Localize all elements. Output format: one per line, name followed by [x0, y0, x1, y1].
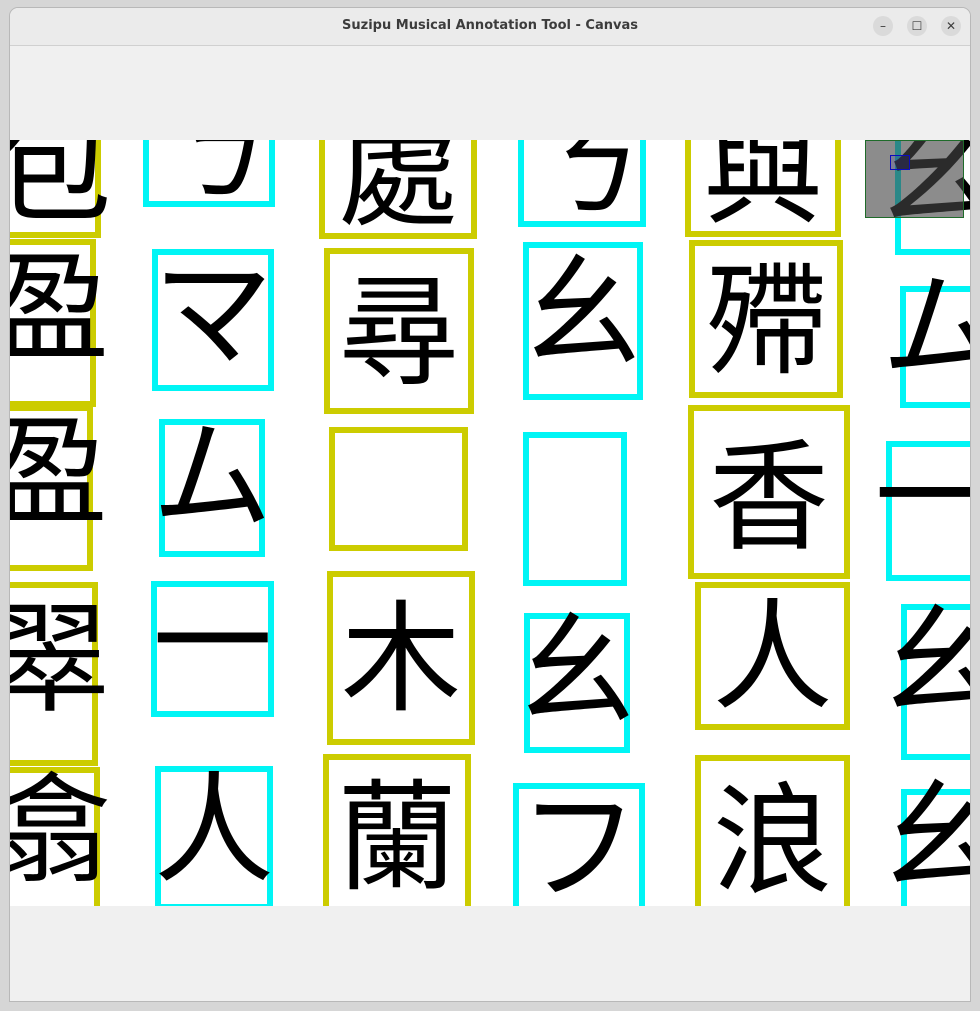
- notation-character: 一: [875, 428, 971, 567]
- lyric-annotation-box[interactable]: [329, 427, 468, 551]
- minimap[interactable]: [865, 140, 964, 218]
- notation-character: 幺: [882, 595, 970, 734]
- app-window: Suzipu Musical Annotation Tool - Canvas …: [10, 8, 970, 1001]
- lyric-character: 包: [10, 140, 112, 239]
- notation-character: ㄋ: [149, 140, 269, 218]
- lyric-character: 盈: [10, 239, 109, 378]
- lyric-character: 與: [703, 140, 823, 242]
- lyric-character: 蘭: [337, 770, 457, 906]
- lyric-character: 翠: [10, 591, 110, 730]
- close-button[interactable]: ✕: [941, 16, 961, 36]
- lyric-character: 人: [713, 589, 833, 728]
- title-bar[interactable]: Suzipu Musical Annotation Tool - Canvas …: [10, 8, 970, 46]
- notation-character: ム: [882, 260, 971, 399]
- lyric-character: 香: [709, 429, 829, 568]
- notation-character: マ: [153, 245, 273, 384]
- notation-character: 幺: [517, 603, 637, 742]
- maximize-button[interactable]: ☐: [907, 16, 927, 36]
- lyric-character: 木: [341, 591, 461, 730]
- notation-character: 幺: [523, 245, 643, 384]
- notation-character: ム: [152, 408, 272, 547]
- notation-character: 人: [154, 762, 274, 901]
- notation-character: 幺: [882, 770, 970, 906]
- lyric-character: 處: [338, 140, 458, 244]
- lyric-character: 盈: [10, 404, 108, 543]
- window-title: Suzipu Musical Annotation Tool - Canvas: [342, 18, 638, 33]
- lyric-character: 浪: [713, 773, 833, 906]
- notation-character: ㄋ: [522, 140, 642, 234]
- lyric-character: 尋: [339, 264, 459, 403]
- lyric-character: 殢: [706, 253, 826, 392]
- notation-character: 一: [153, 574, 273, 713]
- notation-character: フ: [519, 779, 639, 906]
- canvas-drawing[interactable]: 包盈盈翠翕ㄋマム一人處尋木蘭ㄋ幺幺フ與殢香人浪幺ム一幺幺: [10, 140, 970, 906]
- annotation-canvas[interactable]: 包盈盈翠翕ㄋマム一人處尋木蘭ㄋ幺幺フ與殢香人浪幺ム一幺幺: [10, 140, 970, 906]
- notation-annotation-box[interactable]: [523, 432, 627, 586]
- lyric-character: 翕: [10, 763, 111, 902]
- minimap-viewport-indicator[interactable]: [890, 155, 910, 170]
- minimize-button[interactable]: –: [873, 16, 893, 36]
